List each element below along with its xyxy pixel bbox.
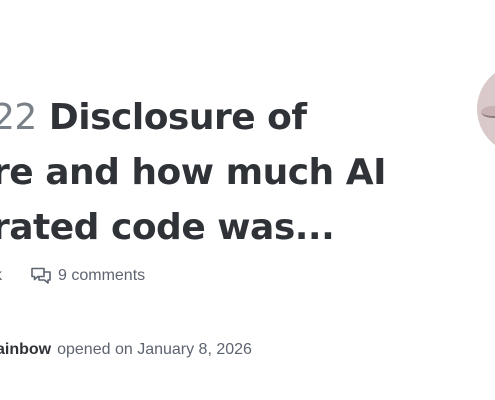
opened-text: opened on January 8, 2026 bbox=[57, 341, 252, 358]
avatar[interactable] bbox=[477, 64, 495, 154]
title-text-1: Disclosure of bbox=[48, 97, 307, 138]
issue-header: 22 Disclosure of re and how much AI rate… bbox=[0, 0, 495, 400]
meta-truncated-text: k bbox=[0, 267, 2, 285]
comments-count: 9 comments bbox=[58, 267, 146, 284]
comments-icon bbox=[30, 266, 52, 286]
issue-title: 22 Disclosure of re and how much AI rate… bbox=[0, 90, 462, 255]
comments-link[interactable]: 9 comments bbox=[30, 266, 145, 286]
title-line-2: re and how much AI bbox=[0, 152, 386, 193]
issue-number: 22 bbox=[0, 97, 37, 138]
avatar-image bbox=[481, 106, 495, 118]
title-line-3: rated code was... bbox=[0, 207, 335, 248]
opened-row: ainbow opened on January 8, 2026 bbox=[0, 341, 252, 359]
author-link[interactable]: ainbow bbox=[0, 341, 51, 358]
title-line-1: 22 Disclosure of bbox=[0, 90, 462, 145]
